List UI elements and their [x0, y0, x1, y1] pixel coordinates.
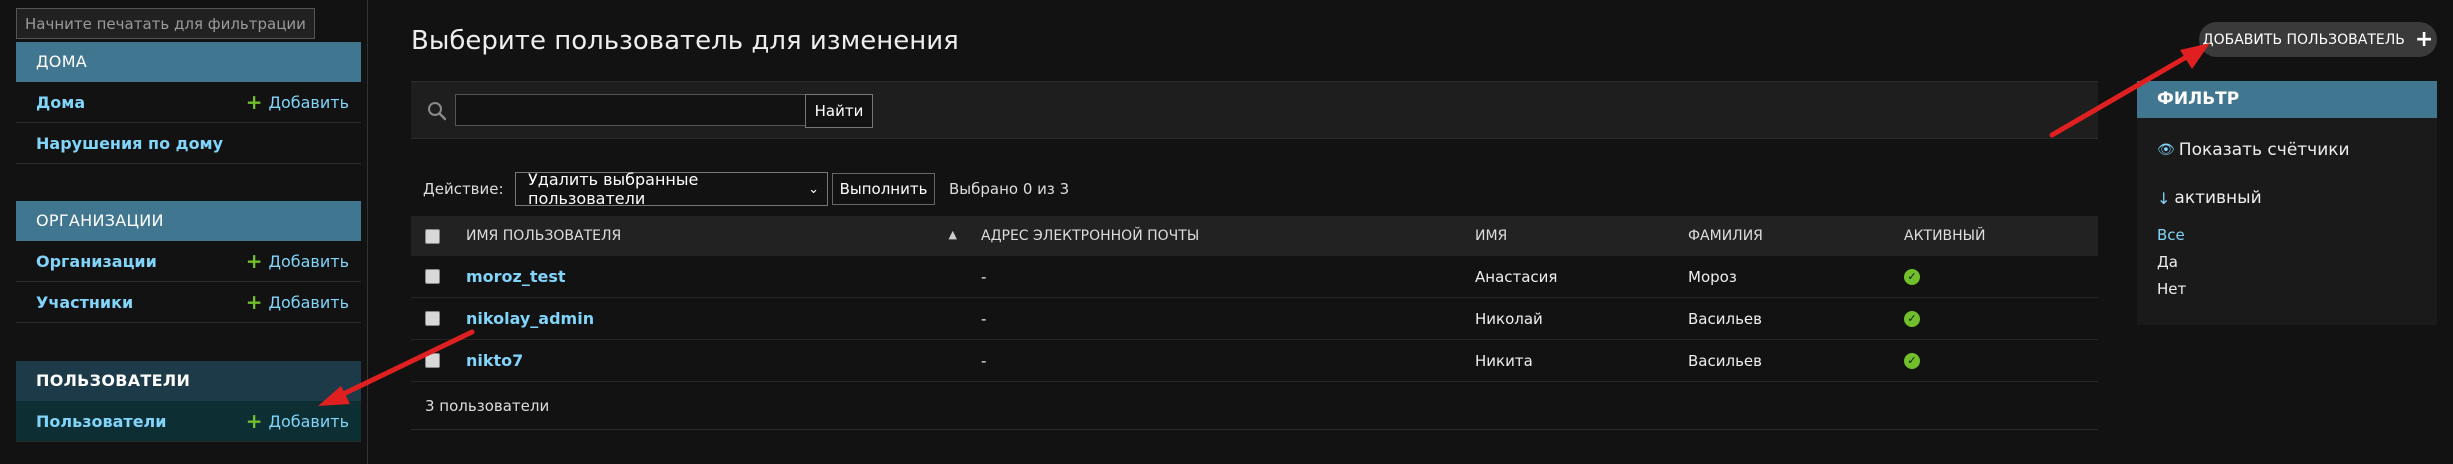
plus-icon: + [245, 290, 263, 314]
arrow-down-icon: ↓ [2157, 188, 2171, 208]
module-organizations: Организации Организации + Добавить Участ… [16, 201, 361, 323]
paginator: 3 пользователи [411, 382, 2098, 430]
run-action-button[interactable]: Выполнить [832, 173, 935, 205]
module-users: Пользователи Пользователи + Добавить [16, 361, 361, 442]
chevron-down-icon: ⌄ [808, 181, 819, 197]
sidebar-item-organizations[interactable]: Организации + Добавить [16, 241, 361, 282]
sidebar-item-members[interactable]: Участники + Добавить [16, 282, 361, 323]
table-header-row: Имя пользователя ▲ Адрес электронной поч… [411, 216, 2098, 256]
add-user-button[interactable]: Добавить пользователь + [2199, 22, 2437, 57]
filter-option-no[interactable]: Нет [2157, 276, 2437, 303]
selected-count: Выбрано 0 из 3 [949, 180, 1070, 198]
action-select-value: Удалить выбранные пользователи [528, 170, 699, 208]
table-row: nikolay_admin - Николай Васильев ✓ [411, 298, 2098, 340]
sidebar-item-users[interactable]: Пользователи + Добавить [16, 401, 361, 442]
filter-title: ФИЛЬТР [2137, 81, 2437, 118]
table-row: moroz_test - Анастасия Мороз ✓ [411, 256, 2098, 298]
sidebar-item-houses[interactable]: Дома + Добавить [16, 82, 361, 123]
add-organization-link[interactable]: + Добавить [245, 249, 349, 273]
select-all-checkbox[interactable] [425, 228, 440, 244]
module-caption-organizations[interactable]: Организации [16, 201, 361, 241]
first-name-cell: Анастасия [1475, 267, 1558, 286]
search-button[interactable]: Найти [805, 94, 873, 128]
column-header-last-name[interactable]: Фамилия [1688, 228, 1904, 244]
filter-option-yes[interactable]: Да [2157, 249, 2437, 276]
module-caption-houses[interactable]: Дома [16, 42, 361, 82]
sidebar-item-label[interactable]: Участники [36, 293, 133, 312]
add-user-button-label: Добавить пользователь [2202, 31, 2405, 48]
show-counts-label: Показать счётчики [2178, 140, 2350, 160]
add-link-label: Добавить [268, 292, 349, 312]
username-link[interactable]: nikolay_admin [466, 309, 594, 328]
sidebar-item-label[interactable]: Дома [36, 93, 85, 112]
last-name-cell: Васильев [1688, 351, 1762, 370]
add-member-link[interactable]: + Добавить [245, 290, 349, 314]
sidebar-nav: Дома Дома + Добавить Нарушения по дому О… [0, 0, 368, 464]
plus-icon: + [245, 409, 263, 433]
email-cell: - [981, 351, 987, 370]
search-toolbar: Найти [411, 81, 2098, 139]
row-checkbox[interactable] [425, 311, 440, 326]
first-name-cell: Николай [1475, 309, 1543, 328]
active-yes-icon: ✓ [1904, 352, 1920, 369]
show-counts-link[interactable]: 👁 Показать счётчики [2157, 140, 2437, 160]
actions-bar: Действие: Удалить выбранные пользователи… [411, 170, 1070, 208]
add-link-label: Добавить [268, 411, 349, 431]
row-checkbox[interactable] [425, 269, 440, 284]
add-house-link[interactable]: + Добавить [245, 90, 349, 114]
action-label: Действие: [423, 180, 504, 198]
filter-heading-label: активный [2174, 188, 2262, 208]
search-icon [428, 102, 447, 121]
search-input[interactable] [455, 94, 810, 126]
active-yes-icon: ✓ [1904, 268, 1920, 285]
column-header-first-name[interactable]: Имя [1475, 228, 1688, 244]
row-checkbox[interactable] [425, 353, 440, 368]
sidebar-item-label[interactable]: Нарушения по дому [36, 134, 223, 153]
filter-heading-active[interactable]: ↓ активный [2157, 188, 2437, 208]
sidebar-filter-input[interactable] [16, 8, 315, 39]
username-link[interactable]: nikto7 [466, 351, 523, 370]
table-row: nikto7 - Никита Васильев ✓ [411, 340, 2098, 382]
plus-icon: + [245, 90, 263, 114]
results-table: Имя пользователя ▲ Адрес электронной поч… [411, 216, 2098, 430]
add-link-label: Добавить [268, 92, 349, 112]
sort-ascending-icon[interactable]: ▲ [949, 228, 957, 244]
sidebar-item-label[interactable]: Пользователи [36, 412, 166, 431]
first-name-cell: Никита [1475, 351, 1533, 370]
module-houses: Дома Дома + Добавить Нарушения по дому [16, 42, 361, 164]
filter-options: Все Да Нет [2157, 222, 2437, 303]
page-title: Выберите пользователь для изменения [411, 26, 959, 56]
last-name-cell: Васильев [1688, 309, 1762, 328]
plus-icon: + [2414, 27, 2434, 52]
sidebar-item-label[interactable]: Организации [36, 252, 157, 271]
active-yes-icon: ✓ [1904, 310, 1920, 327]
add-link-label: Добавить [268, 251, 349, 271]
sidebar-item-house-violations[interactable]: Нарушения по дому [16, 123, 361, 164]
add-user-link[interactable]: + Добавить [245, 409, 349, 433]
column-header-active[interactable]: Активный [1904, 228, 2084, 244]
eye-icon: 👁 [2157, 142, 2175, 158]
module-caption-users[interactable]: Пользователи [16, 361, 361, 401]
filter-panel: ФИЛЬТР 👁 Показать счётчики ↓ активный Вс… [2137, 81, 2437, 325]
filter-option-all[interactable]: Все [2157, 222, 2437, 249]
email-cell: - [981, 309, 987, 328]
email-cell: - [981, 267, 987, 286]
plus-icon: + [245, 249, 263, 273]
column-header-username[interactable]: Имя пользователя ▲ [466, 228, 975, 244]
username-link[interactable]: moroz_test [466, 267, 566, 286]
column-header-email[interactable]: Адрес электронной почты [975, 228, 1475, 244]
action-select[interactable]: Удалить выбранные пользователи ⌄ [515, 170, 828, 208]
last-name-cell: Мороз [1688, 267, 1737, 286]
